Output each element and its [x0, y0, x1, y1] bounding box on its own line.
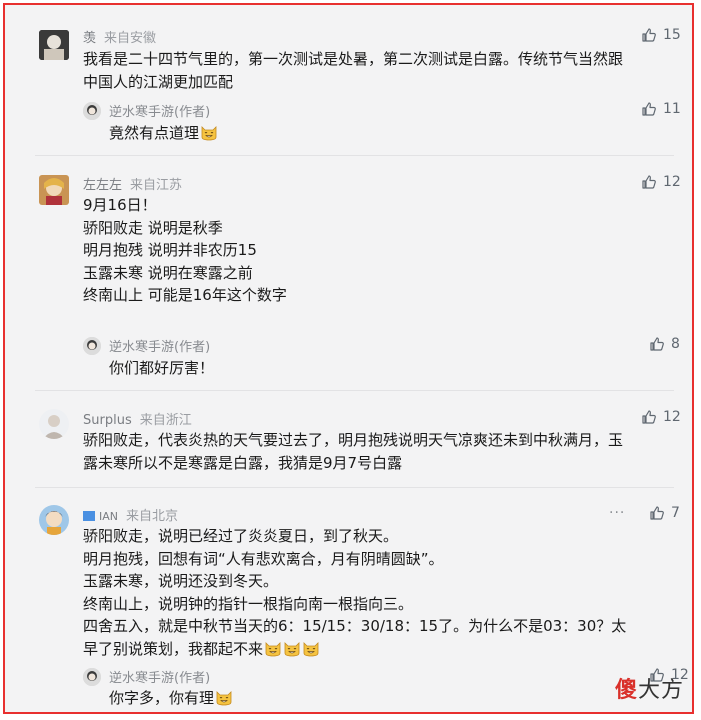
watermark: 傻大方 [615, 672, 684, 704]
comment-meta: 左左左 来自江苏 [83, 174, 182, 193]
more-options-button[interactable]: ··· [609, 505, 625, 521]
reply-text: 竟然有点道理 [109, 122, 692, 145]
thumbs-up-icon [642, 410, 656, 424]
location: 来自北京 [126, 509, 179, 524]
comment-meta: 羡来自安徽 [83, 27, 156, 46]
watermark-red: 傻 [614, 678, 638, 703]
comment-text: 骄阳败走，说明已经过了炎炎夏日，到了秋天。 明月抱残，回想有词“人有悲欢离合，月… [83, 525, 683, 660]
comment-text-content: 骄阳败走，说明已经过了炎炎夏日，到了秋天。 明月抱残，回想有词“人有悲欢离合，月… [83, 527, 627, 658]
avatar[interactable] [39, 30, 69, 60]
location: 来自江苏 [130, 178, 183, 193]
like-button[interactable]: 15 [641, 27, 681, 43]
comment-text: 我看是二十四节气里的，第一次测试是处暑，第二次测试是白露。传统节气当然跟 中国人… [83, 50, 624, 91]
like-count: 8 [671, 336, 680, 352]
like-button[interactable]: 12 [641, 174, 681, 190]
thumbs-up-icon [642, 175, 656, 189]
cat-grin-emoji-icon [303, 641, 319, 656]
comment-meta: IAN 来自北京 [83, 505, 178, 524]
watermark-rest: 大方 [637, 678, 684, 703]
reply-text: 你字多，你有理 [109, 687, 692, 710]
comment-meta: Surplus 来自浙江 [83, 409, 192, 428]
avatar[interactable] [83, 668, 101, 686]
author-name[interactable]: Surplus [83, 413, 132, 428]
cat-grin-emoji-icon [265, 641, 281, 656]
comment-text: 9月16日！ 骄阳败走 说明是秋季 明月抱残 说明并非农历15 玉露未寒 说明在… [83, 196, 287, 304]
thumbs-up-icon [650, 337, 664, 351]
reply-text: 你们都好厉害！ [109, 359, 215, 377]
reply-text-content: 竟然有点道理 [109, 124, 200, 142]
like-count: 12 [663, 174, 681, 190]
avatar[interactable] [39, 409, 69, 439]
like-button[interactable]: 11 [641, 101, 681, 117]
cat-grin-emoji-icon [201, 126, 217, 141]
comment-text: 骄阳败走，代表炎热的天气要过去了，明月抱残说明天气凉爽还未到中秋满月，玉 露未寒… [83, 431, 624, 472]
comment-list: 羡来自安徽 15 我看是二十四节气里的，第一次测试是处暑，第二次测试是白露。传统… [3, 3, 694, 714]
reply-author[interactable]: 逆水寒手游(作者) [109, 667, 210, 686]
avatar[interactable] [83, 102, 101, 120]
location: 来自安徽 [104, 31, 157, 46]
author-name[interactable]: 左左左 [83, 178, 122, 193]
avatar[interactable] [83, 337, 101, 355]
thumbs-up-icon [650, 506, 664, 520]
reply-author[interactable]: 逆水寒手游(作者) [109, 336, 210, 355]
author-name[interactable]: IAN [99, 510, 118, 523]
like-count: 11 [663, 101, 681, 117]
reply-author[interactable]: 逆水寒手游(作者) [109, 101, 210, 120]
author-name[interactable]: 羡 [83, 31, 96, 46]
thumbs-up-icon [642, 102, 656, 116]
location: 来自浙江 [139, 413, 192, 428]
divider [35, 390, 674, 391]
avatar[interactable] [39, 505, 69, 535]
reply-text-content: 你字多，你有理 [109, 689, 215, 707]
like-button[interactable]: 12 [641, 409, 681, 425]
like-count: 7 [671, 505, 680, 521]
cat-grin-emoji-icon [216, 691, 232, 706]
like-button[interactable]: 7 [649, 505, 680, 521]
thumbs-up-icon [642, 28, 656, 42]
divider [35, 487, 674, 488]
user-badge-icon [83, 511, 95, 521]
like-count: 12 [663, 409, 681, 425]
like-button[interactable]: 8 [649, 336, 680, 352]
cat-grin-emoji-icon [284, 641, 300, 656]
divider [35, 155, 674, 156]
avatar[interactable] [39, 175, 69, 205]
like-count: 15 [663, 27, 681, 43]
